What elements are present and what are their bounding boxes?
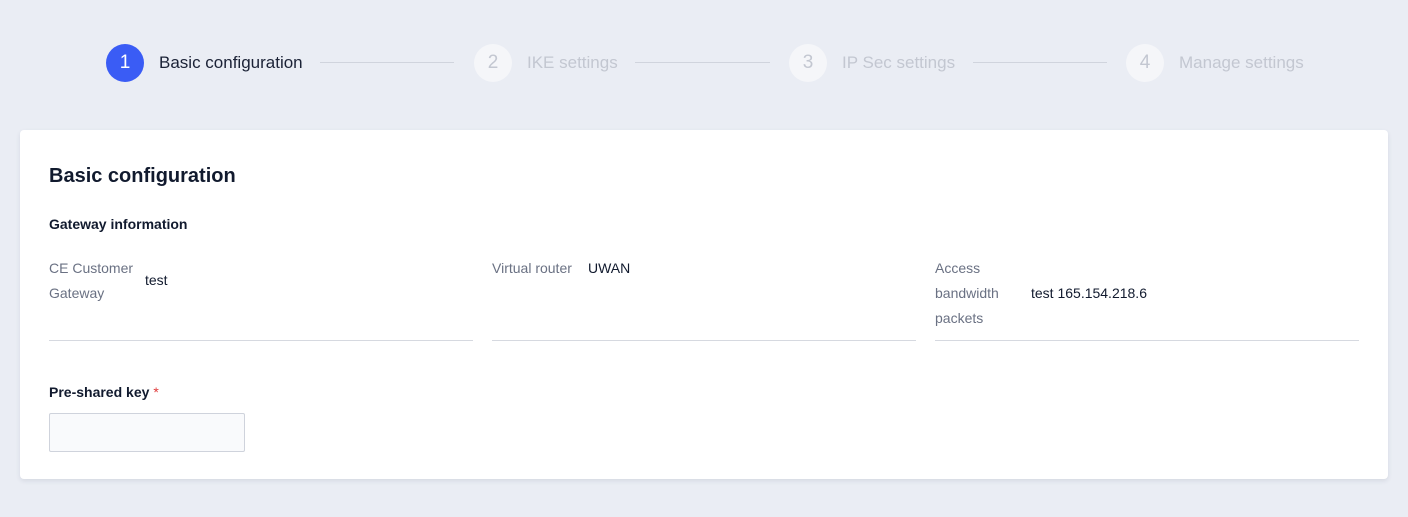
step-3-label: IP Sec settings — [842, 53, 956, 72]
step-1-number: 1 — [106, 44, 144, 82]
step-1[interactable]: 1 Basic configuration — [106, 44, 303, 82]
access-bandwidth-packets-field: Access bandwidth packets test 165.154.21… — [935, 256, 1359, 341]
virtual-router-label: Virtual router — [492, 260, 572, 276]
step-1-label: Basic configuration — [159, 53, 303, 72]
pre-shared-key-label-text: Pre-shared key — [49, 384, 150, 400]
step-2[interactable]: 2 IKE settings — [474, 44, 618, 82]
ce-customer-gateway-value: test — [145, 272, 168, 288]
ce-customer-gateway-label-line2: Gateway — [49, 285, 105, 301]
ce-customer-gateway-label-line1: CE Customer — [49, 260, 134, 276]
pre-shared-key-input[interactable] — [49, 413, 245, 452]
step-3[interactable]: 3 IP Sec settings — [789, 44, 955, 82]
card-title: Basic configuration — [49, 165, 236, 187]
stepper: 1 Basic configuration 2 IKE settings 3 I… — [0, 0, 1408, 126]
step-4-label: Manage settings — [1179, 53, 1304, 72]
ce-customer-gateway-field: CE Customer Gateway test — [49, 256, 473, 341]
basic-configuration-card: Basic configuration Gateway information … — [20, 130, 1388, 479]
pre-shared-key-label: Pre-shared key * — [49, 384, 159, 400]
virtual-router-field: Virtual router UWAN — [492, 256, 916, 341]
gateway-information-heading: Gateway information — [49, 216, 188, 232]
access-bandwidth-label-line1: Access — [935, 260, 981, 276]
step-connector-2 — [635, 62, 770, 63]
required-asterisk: * — [153, 384, 159, 400]
access-bandwidth-packets-label: Access bandwidth packets — [935, 256, 999, 331]
step-3-number: 3 — [789, 44, 827, 82]
ce-customer-gateway-label: CE Customer Gateway — [49, 256, 133, 306]
step-connector-1 — [320, 62, 454, 63]
access-bandwidth-packets-value: test 165.154.218.6 — [1031, 285, 1147, 301]
step-connector-3 — [973, 62, 1107, 63]
step-2-label: IKE settings — [527, 53, 618, 72]
access-bandwidth-label-line3: packets — [935, 310, 984, 326]
access-bandwidth-label-line2: bandwidth — [935, 285, 999, 301]
step-4-number: 4 — [1126, 44, 1164, 82]
virtual-router-value: UWAN — [588, 260, 631, 276]
step-4[interactable]: 4 Manage settings — [1126, 44, 1304, 82]
step-2-number: 2 — [474, 44, 512, 82]
